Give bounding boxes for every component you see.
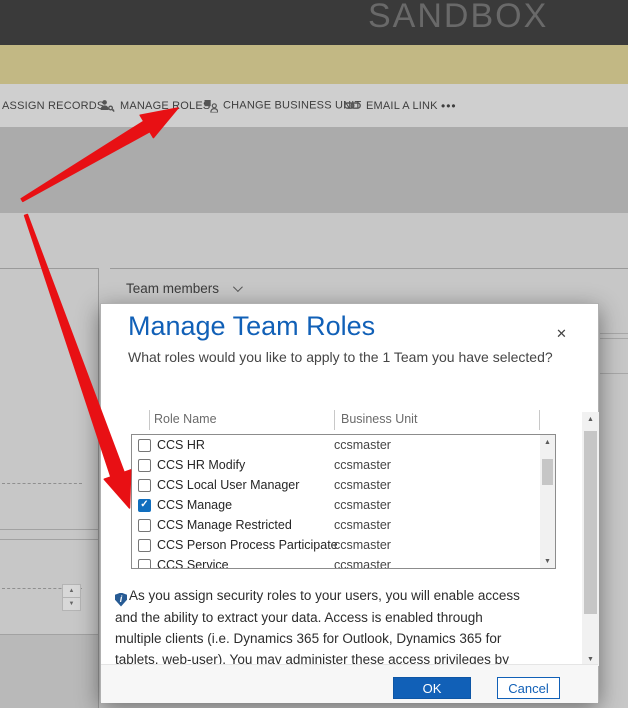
- role-row[interactable]: ✓ CCS Service ccsmaster: [132, 555, 555, 569]
- app-window: SANDBOX ASSIGN RECORDS MANAGE ROLES: [0, 0, 628, 708]
- more-ellipsis-icon: •••: [441, 99, 457, 113]
- role-row[interactable]: ✓ CCS Local User Manager ccsmaster: [132, 475, 555, 495]
- scrollbar-thumb[interactable]: [542, 459, 553, 485]
- role-row[interactable]: ✓ CCS HR Modify ccsmaster: [132, 455, 555, 475]
- role-checkbox[interactable]: ✓: [138, 479, 151, 492]
- page-band-light: [0, 213, 628, 268]
- dialog-title: Manage Team Roles: [128, 311, 375, 342]
- close-icon[interactable]: ✕: [554, 324, 569, 344]
- ok-button[interactable]: OK: [393, 677, 471, 699]
- command-toolbar: ASSIGN RECORDS MANAGE ROLES: [0, 84, 628, 127]
- team-members-panel: Team members: [110, 268, 628, 303]
- role-checkbox[interactable]: ✓: [138, 519, 151, 532]
- toolbar-manage-roles[interactable]: MANAGE ROLES: [100, 99, 210, 113]
- team-members-view-selector[interactable]: Team members: [126, 281, 240, 296]
- background-grid-line: [600, 338, 628, 339]
- panel-footer-region: [0, 635, 98, 708]
- environment-watermark: SANDBOX: [368, 0, 548, 36]
- column-header-business-unit: Business Unit: [341, 412, 417, 426]
- form-left-panel: ▲ ▼: [0, 268, 99, 708]
- background-grid-line: [600, 373, 628, 374]
- role-row[interactable]: ✓ CCS Manage Restricted ccsmaster: [132, 515, 555, 535]
- person-key-icon: [100, 99, 115, 113]
- cancel-button[interactable]: Cancel: [497, 677, 560, 699]
- role-checkbox[interactable]: ✓: [138, 499, 151, 512]
- top-navigation-bar: SANDBOX: [0, 0, 628, 45]
- column-header-role-name: Role Name: [154, 412, 217, 426]
- listbox-scrollbar[interactable]: ▲ ▼: [540, 435, 555, 568]
- roles-listbox: ✓ CCS HR ccsmaster ✓ CCS HR Modify ccsma…: [131, 434, 556, 569]
- section-divider: [0, 539, 98, 540]
- stepper-up-icon[interactable]: ▲: [63, 585, 80, 598]
- role-checkbox[interactable]: ✓: [138, 459, 151, 472]
- role-checkbox[interactable]: ✓: [138, 439, 151, 452]
- toolbar-change-business-unit[interactable]: CHANGE BUSINESS UNIT: [204, 99, 361, 112]
- column-separator: [149, 410, 150, 430]
- dialog-footer: OK Cancel: [101, 664, 598, 703]
- role-row[interactable]: ✓ CCS HR ccsmaster: [132, 435, 555, 455]
- dialog-subtitle: What roles would you like to apply to th…: [128, 349, 553, 365]
- toolbar-more-commands[interactable]: •••: [441, 99, 457, 113]
- role-row[interactable]: ✓ CCS Person Process Participate ccsmast…: [132, 535, 555, 555]
- scroll-up-icon[interactable]: ▲: [540, 435, 555, 449]
- chevron-down-icon: [233, 282, 243, 292]
- role-checkbox[interactable]: ✓: [138, 559, 151, 570]
- column-separator: [334, 410, 335, 430]
- scrollbar-thumb[interactable]: [584, 431, 597, 614]
- manage-team-roles-dialog: Manage Team Roles ✕ What roles would you…: [100, 303, 599, 702]
- scroll-down-icon[interactable]: ▼: [540, 554, 555, 568]
- number-stepper[interactable]: ▲ ▼: [62, 584, 81, 611]
- background-grid-line: [600, 333, 628, 334]
- role-checkbox[interactable]: ✓: [138, 539, 151, 552]
- info-shield-icon: i: [115, 593, 127, 607]
- dialog-scrollbar[interactable]: ▲ ▼: [582, 412, 599, 666]
- field-divider-dashed: [2, 483, 82, 484]
- command-accent-band: [0, 45, 628, 84]
- scroll-up-icon[interactable]: ▲: [582, 412, 599, 426]
- security-roles-info-text: iAs you assign security roles to your us…: [115, 585, 573, 664]
- org-person-icon: [204, 99, 218, 112]
- role-row-selected[interactable]: ✓ CCS Manage ccsmaster: [132, 495, 555, 515]
- check-icon: ✓: [140, 500, 148, 510]
- toolbar-assign-records[interactable]: ASSIGN RECORDS: [2, 100, 104, 112]
- page-band-dark: [0, 127, 628, 213]
- column-separator: [539, 410, 540, 430]
- toolbar-email-a-link[interactable]: EMAIL A LINK: [344, 100, 438, 112]
- stepper-down-icon[interactable]: ▼: [63, 598, 80, 610]
- chain-link-icon: [344, 100, 361, 111]
- section-divider: [0, 529, 98, 530]
